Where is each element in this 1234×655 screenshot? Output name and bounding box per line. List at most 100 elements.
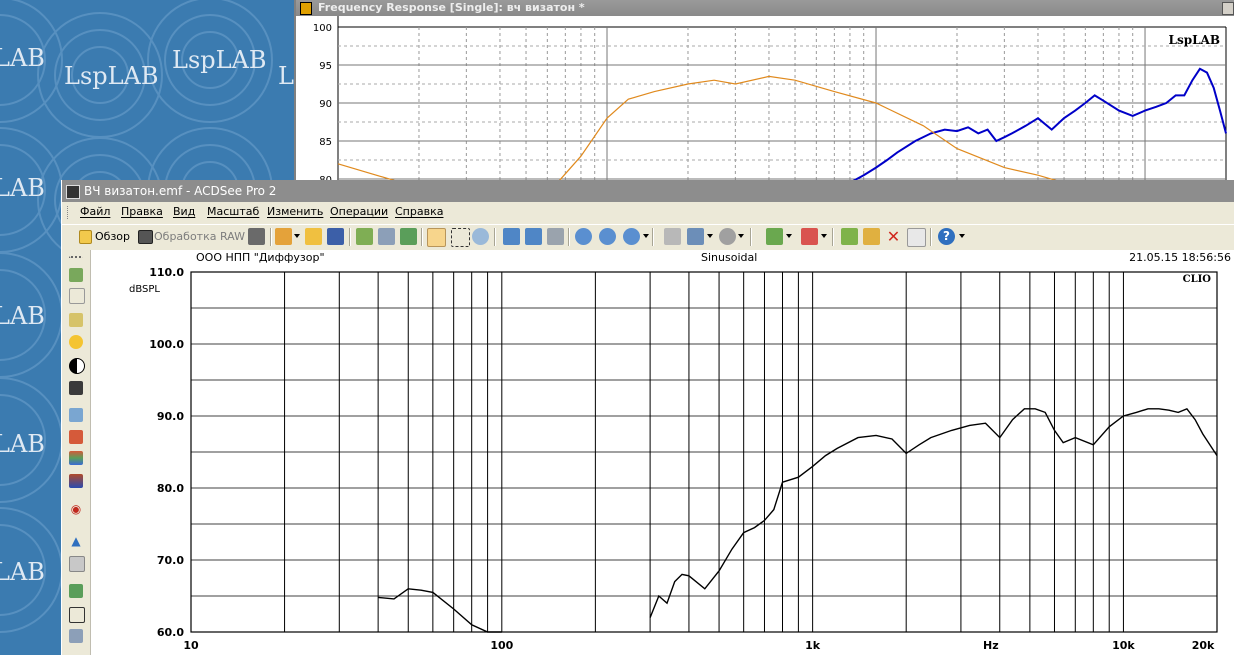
photo-tools-icon[interactable] — [766, 228, 783, 245]
brightness-icon[interactable] — [69, 335, 83, 349]
y-tick-label: 100.0 — [149, 338, 184, 351]
raw-icon[interactable] — [138, 230, 153, 244]
chevron-down-icon[interactable] — [959, 234, 965, 238]
resize-icon[interactable] — [69, 629, 83, 643]
svg-text:L: L — [278, 62, 294, 90]
menu-view[interactable]: Вид — [173, 205, 195, 218]
zoom-fit-icon[interactable] — [623, 228, 640, 245]
image-viewer[interactable]: ООО НПП "Диффузор" Sinusoidal 21.05.15 1… — [91, 250, 1234, 655]
image-icon[interactable] — [69, 408, 83, 422]
photo-repair-icon[interactable] — [801, 228, 818, 245]
x-tick-label: 100 — [490, 639, 513, 652]
acdsee-window-title: ВЧ визатон.emf - ACDSee Pro 2 — [84, 184, 277, 198]
print-icon[interactable] — [664, 228, 681, 245]
chevron-down-icon[interactable] — [738, 234, 744, 238]
raw-convert-icon[interactable] — [248, 228, 265, 245]
lsplab-y-tick-label: 95 — [319, 61, 332, 72]
rotate-left-icon[interactable] — [503, 228, 520, 245]
x-tick-label: 10k — [1112, 639, 1135, 652]
export-icon[interactable] — [400, 228, 417, 245]
toolbar-separator — [652, 228, 654, 246]
flip-icon[interactable] — [547, 228, 564, 245]
select-tool-icon[interactable] — [451, 228, 470, 247]
acdsee-window[interactable]: ВЧ визатон.emf - ACDSee Pro 2 Файл Правк… — [61, 180, 1234, 655]
lsplab-watermark: LspLAB — [1169, 33, 1220, 47]
edit-tools-icon[interactable] — [275, 228, 292, 245]
toolbar-separator — [494, 228, 496, 246]
lsplab-frequency-plot: 10095908580 LspLAB — [296, 16, 1234, 200]
svg-text:LAB: LAB — [0, 174, 45, 202]
acdsee-app-icon — [66, 185, 80, 199]
svg-text:LAB: LAB — [0, 44, 45, 72]
svg-text:LAB: LAB — [0, 430, 45, 458]
noise-icon[interactable] — [69, 556, 85, 572]
plot-header-right: 21.05.15 18:56:56 — [1129, 251, 1231, 264]
sharpen-icon[interactable]: ▲ — [69, 534, 83, 548]
menu-zoom[interactable]: Масштаб — [207, 205, 259, 218]
svg-text:LAB: LAB — [0, 302, 45, 330]
menu-tools[interactable]: Операции — [330, 205, 388, 218]
lsplab-titlebar[interactable]: Frequency Response [Single]: вч визатон … — [296, 0, 1234, 16]
properties-icon[interactable] — [907, 228, 926, 247]
menu-modify[interactable]: Изменить — [267, 205, 323, 218]
y-axis-label: dBSPL — [129, 284, 160, 295]
hue-icon[interactable] — [69, 474, 83, 488]
browse-button-label[interactable]: Обзор — [95, 230, 130, 243]
menu-edit[interactable]: Правка — [121, 205, 163, 218]
chevron-down-icon[interactable] — [643, 234, 649, 238]
zoom-out-icon[interactable] — [599, 228, 616, 245]
open-folder-icon[interactable] — [305, 228, 322, 245]
menu-file[interactable]: Файл — [80, 205, 110, 218]
clio-frequency-plot: ООО НПП "Диффузор" Sinusoidal 21.05.15 1… — [91, 250, 1234, 655]
crop-icon[interactable] — [69, 607, 85, 623]
copy-to-icon[interactable] — [863, 228, 880, 245]
menu-help[interactable]: Справка — [395, 205, 443, 218]
zoom-in-icon[interactable] — [575, 228, 592, 245]
slideshow-icon[interactable] — [356, 228, 373, 245]
zoom-tool-icon[interactable] — [472, 228, 489, 245]
lsplab-window[interactable]: Frequency Response [Single]: вч визатон … — [294, 0, 1234, 200]
x-tick-label: 10 — [183, 639, 199, 652]
toolbar-separator — [568, 228, 570, 246]
y-tick-label: 60.0 — [157, 626, 184, 639]
hand-tool-icon[interactable] — [427, 228, 446, 247]
y-tick-label: 110.0 — [149, 266, 184, 279]
acdsee-titlebar[interactable]: ВЧ визатон.emf - ACDSee Pro 2 — [62, 180, 1234, 202]
x-axis-label: Hz — [983, 639, 999, 652]
undo-icon[interactable] — [69, 268, 83, 282]
svg-text:LAB: LAB — [0, 558, 45, 586]
levels-icon[interactable] — [69, 381, 83, 395]
histogram-icon[interactable] — [69, 430, 83, 444]
chevron-down-icon[interactable] — [707, 234, 713, 238]
burn-disc-icon[interactable] — [719, 228, 736, 245]
toolbar-separator — [930, 228, 932, 246]
lsplab-app-icon — [300, 2, 312, 15]
raw-button-label[interactable]: Обработка RAW — [154, 230, 245, 243]
browse-folder-icon[interactable] — [79, 230, 92, 244]
contrast-icon[interactable] — [69, 358, 85, 374]
y-tick-label: 90.0 — [157, 410, 184, 423]
chevron-down-icon[interactable] — [294, 234, 300, 238]
sidebar-grip[interactable] — [69, 256, 83, 262]
effects-icon[interactable] — [69, 584, 83, 598]
redo-icon[interactable] — [69, 288, 85, 304]
color-balance-icon[interactable] — [69, 451, 83, 465]
lsplab-y-tick-label: 90 — [319, 99, 332, 110]
help-icon[interactable]: ? — [938, 228, 955, 245]
chevron-down-icon[interactable] — [821, 234, 827, 238]
lsplab-close-icon[interactable] — [1222, 2, 1234, 15]
auto-exposure-icon[interactable] — [69, 313, 83, 327]
move-to-icon[interactable] — [841, 228, 858, 245]
toolbar-separator — [750, 228, 752, 246]
menubar-grip[interactable] — [67, 206, 70, 219]
lsplab-y-tick-label: 85 — [319, 137, 332, 148]
delete-icon[interactable]: ✕ — [885, 228, 902, 245]
share-icon[interactable] — [687, 228, 704, 245]
rotate-right-icon[interactable] — [525, 228, 542, 245]
save-icon[interactable] — [327, 228, 344, 245]
toolbar-separator — [270, 228, 272, 246]
chevron-down-icon[interactable] — [786, 234, 792, 238]
lsplab-window-title: Frequency Response [Single]: вч визатон … — [318, 1, 585, 14]
red-eye-icon[interactable]: ◉ — [69, 502, 83, 516]
compare-icon[interactable] — [378, 228, 395, 245]
